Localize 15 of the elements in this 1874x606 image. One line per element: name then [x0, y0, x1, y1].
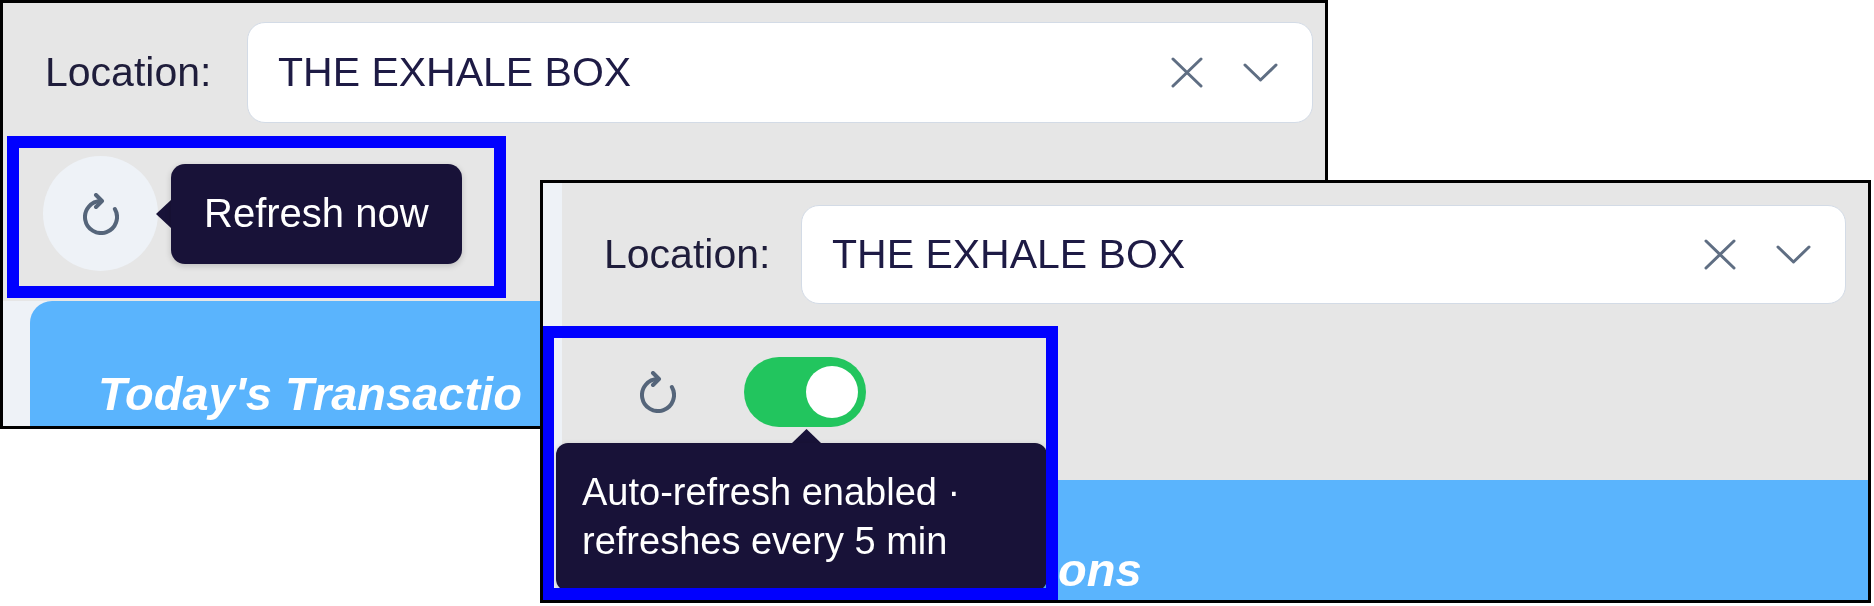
- tooltip-text: Refresh now: [204, 191, 429, 236]
- field-label: Location:: [45, 49, 213, 96]
- chevron-down-icon[interactable]: [1776, 245, 1811, 264]
- location-select[interactable]: THE EXHALE BOX: [801, 205, 1846, 304]
- location-select[interactable]: THE EXHALE BOX: [247, 22, 1313, 123]
- tooltip-text: Auto-refresh enabled · refreshes every 5 min: [582, 470, 962, 564]
- chevron-down-icon[interactable]: [1243, 63, 1278, 82]
- clear-icon[interactable]: [1171, 57, 1203, 88]
- card-title: Today's Transactio: [98, 366, 522, 422]
- card-title: ons: [1058, 542, 1142, 598]
- refresh-button[interactable]: [640, 370, 676, 413]
- refresh-icon: [640, 370, 676, 413]
- field-label: Location:: [604, 231, 772, 278]
- refresh-icon: [82, 192, 119, 235]
- clear-icon[interactable]: [1704, 239, 1736, 270]
